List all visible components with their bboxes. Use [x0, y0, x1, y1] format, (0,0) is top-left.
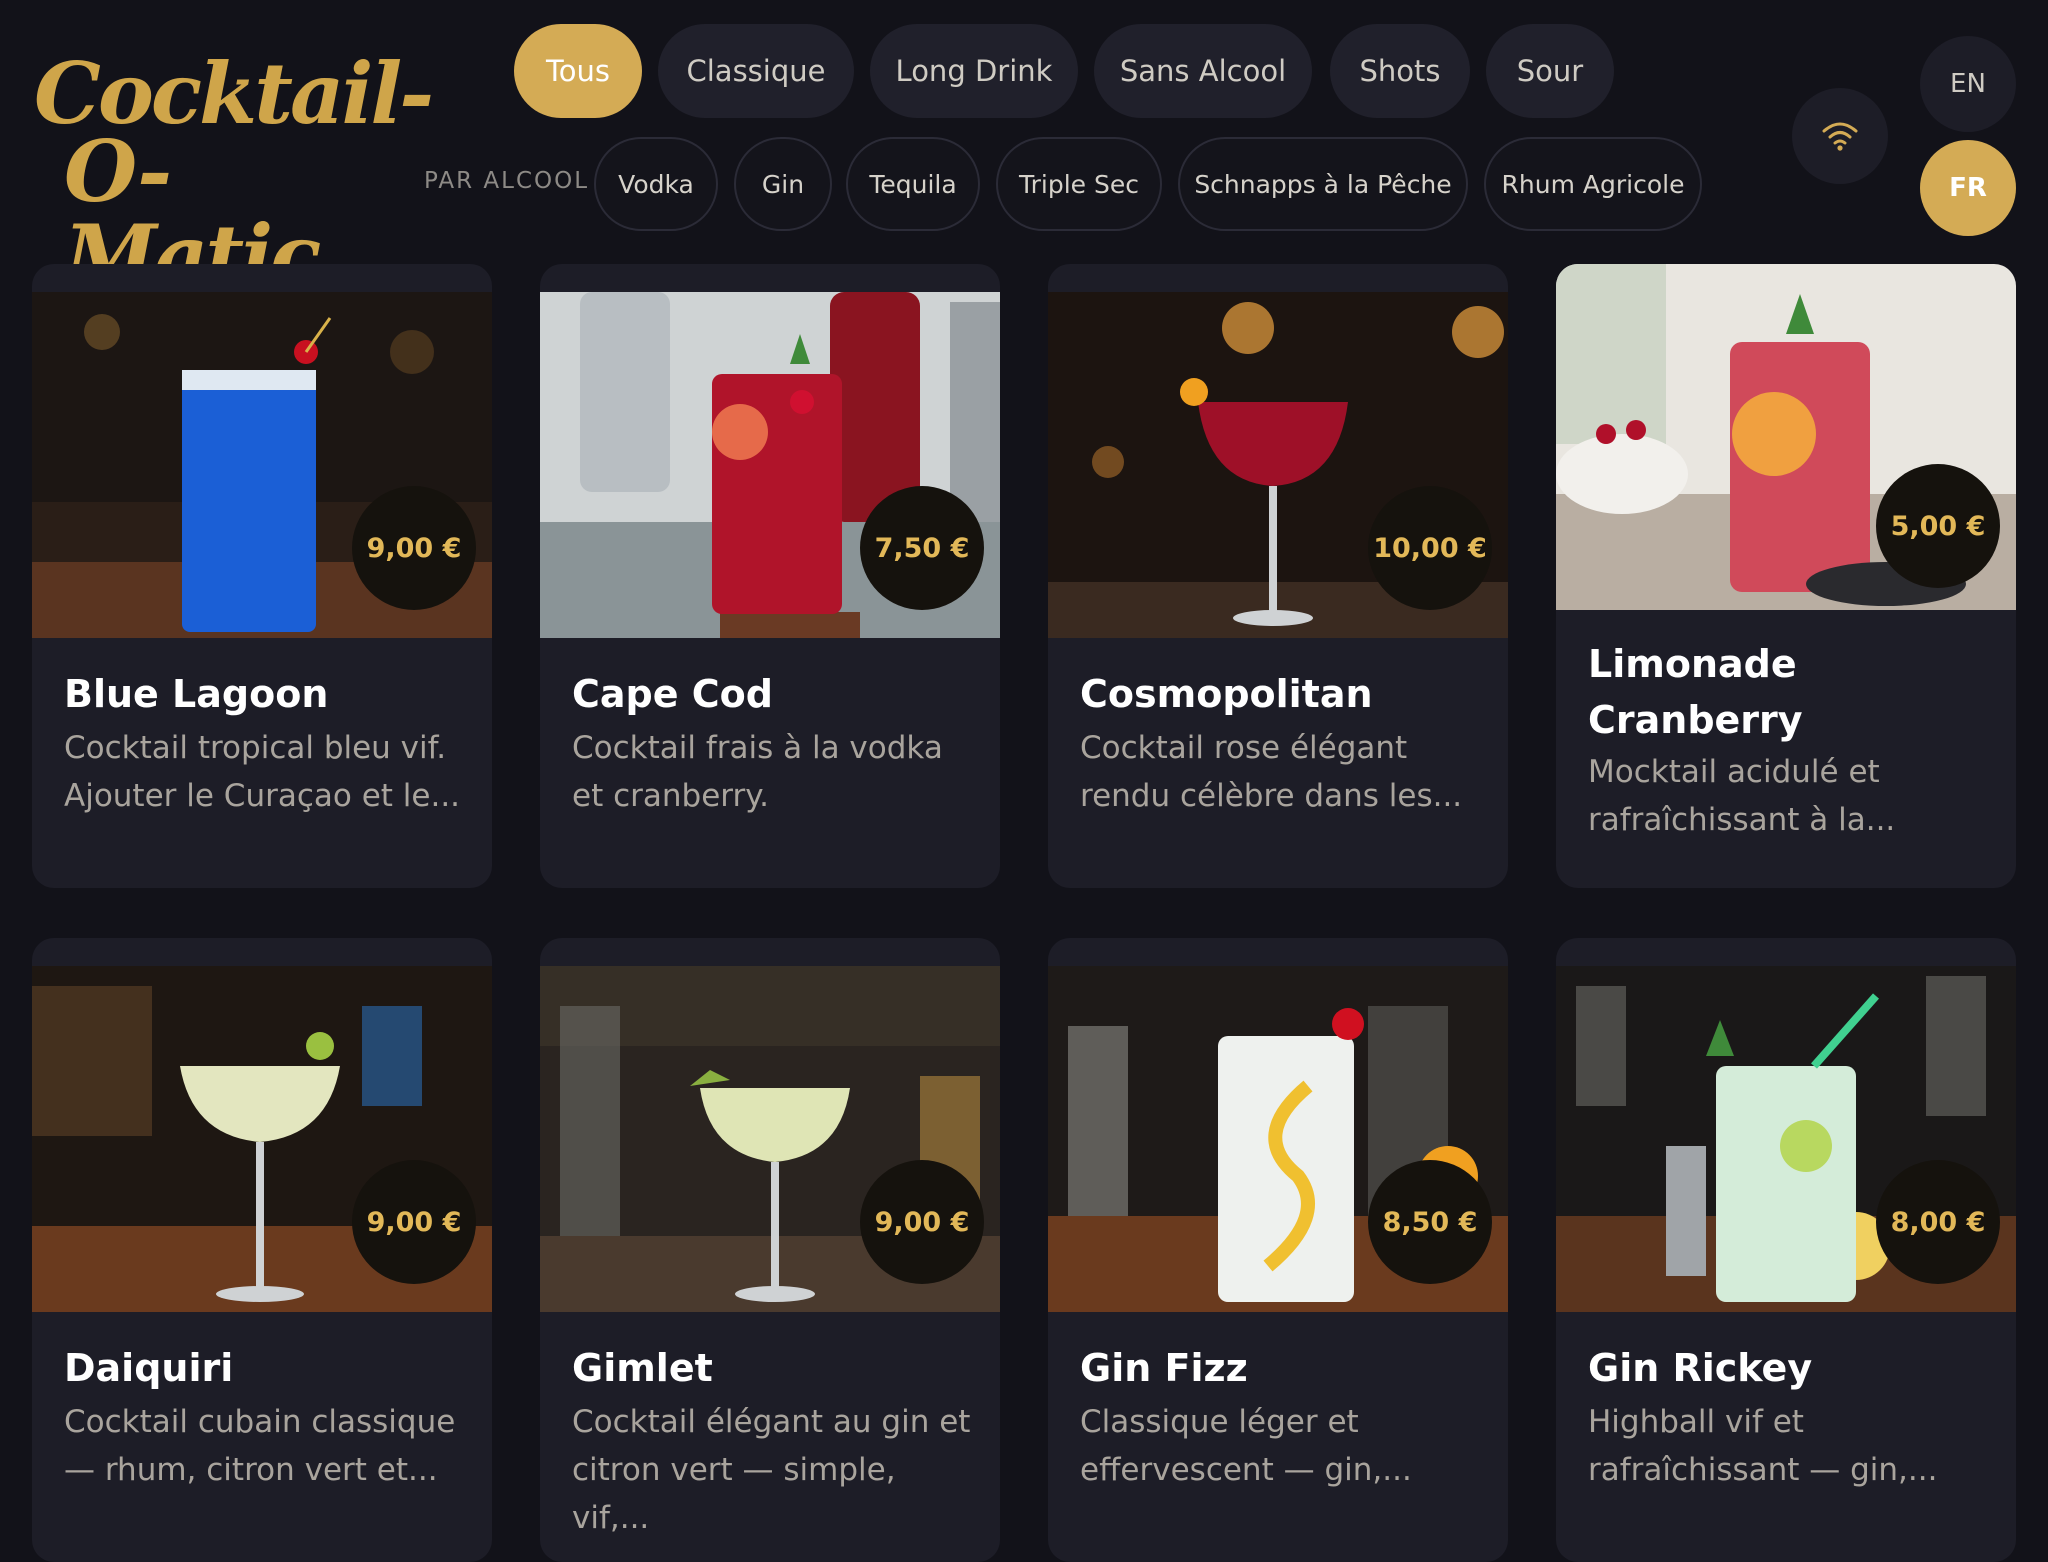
- price-badge: 5,00 €: [1876, 464, 2000, 588]
- alcool-filter-gin[interactable]: Gin: [734, 137, 832, 231]
- cocktail-description: Mocktail acidulé et rafraîchissant à la.…: [1588, 754, 1896, 838]
- alcool-filter-schnapps-peche[interactable]: Schnapps à la Pêche: [1178, 137, 1468, 231]
- cocktail-description: Cocktail tropical bleu vif. Ajouter le C…: [64, 730, 461, 814]
- cocktail-card-daiquiri[interactable]: 9,00 € Daiquiri Cocktail cubain classiqu…: [32, 938, 492, 1562]
- cocktail-description: Classique léger et effervescent — gin,..…: [1080, 1404, 1412, 1488]
- price-badge: 9,00 €: [352, 1160, 476, 1284]
- price-badge: 8,50 €: [1368, 1160, 1492, 1284]
- cocktail-card-gin-rickey[interactable]: 8,00 € Gin Rickey Highball vif et rafraî…: [1556, 938, 2016, 1562]
- alcool-filter-triple-sec[interactable]: Triple Sec: [996, 137, 1162, 231]
- alcool-filter-tequila[interactable]: Tequila: [846, 137, 980, 231]
- language-fr-button[interactable]: FR: [1920, 140, 2016, 236]
- price-badge: 9,00 €: [860, 1160, 984, 1284]
- category-tab-classique[interactable]: Classique: [658, 24, 854, 118]
- price-badge: 8,00 €: [1876, 1160, 2000, 1284]
- cocktail-description: Highball vif et rafraîchissant — gin,...: [1588, 1404, 1938, 1488]
- cocktail-name: Blue Lagoon: [64, 672, 329, 716]
- cocktail-description: Cocktail frais à la vodka et cranberry.: [572, 730, 943, 814]
- wifi-icon: [1822, 122, 1858, 151]
- category-tab-sans-alcool[interactable]: Sans Alcool: [1094, 24, 1312, 118]
- price-badge: 10,00 €: [1368, 486, 1492, 610]
- category-tab-tous[interactable]: Tous: [514, 24, 642, 118]
- category-tab-shots[interactable]: Shots: [1330, 24, 1470, 118]
- cocktail-name: Gin Rickey: [1588, 1346, 1813, 1390]
- cocktail-card-cosmopolitan[interactable]: 10,00 € Cosmopolitan Cocktail rose éléga…: [1048, 264, 1508, 888]
- app-logo: Cocktail- O-Matic: [30, 52, 434, 298]
- alcool-filter-rhum-agricole[interactable]: Rhum Agricole: [1484, 137, 1702, 231]
- cocktail-description: Cocktail élégant au gin et citron vert —…: [572, 1404, 971, 1536]
- price-badge: 9,00 €: [352, 486, 476, 610]
- cocktail-description: Cocktail rose élégant rendu célèbre dans…: [1080, 730, 1463, 814]
- cocktail-name: Gin Fizz: [1080, 1346, 1248, 1390]
- price-badge: 7,50 €: [860, 486, 984, 610]
- cocktail-name: Daiquiri: [64, 1346, 234, 1390]
- category-tab-sour[interactable]: Sour: [1486, 24, 1614, 118]
- language-en-button[interactable]: EN: [1920, 36, 2016, 132]
- cocktail-name: Gimlet: [572, 1346, 713, 1390]
- cocktail-card-cape-cod[interactable]: 7,50 € Cape Cod Cocktail frais à la vodk…: [540, 264, 1000, 888]
- cocktail-card-limonade-cranberry[interactable]: 5,00 € Limonade Cranberry Mocktail acidu…: [1556, 264, 2016, 888]
- alcool-filter-label: PAR ALCOOL: [424, 168, 590, 194]
- wifi-status-button[interactable]: [1792, 88, 1888, 184]
- cocktail-card-gin-fizz[interactable]: 8,50 € Gin Fizz Classique léger et effer…: [1048, 938, 1508, 1562]
- category-tab-long-drink[interactable]: Long Drink: [870, 24, 1078, 118]
- cocktail-description: Cocktail cubain classique — rhum, citron…: [64, 1404, 456, 1488]
- alcool-filter-vodka[interactable]: Vodka: [594, 137, 718, 231]
- cocktail-card-blue-lagoon[interactable]: 9,00 € Blue Lagoon Cocktail tropical ble…: [32, 264, 492, 888]
- cocktail-name: Cape Cod: [572, 672, 773, 716]
- cocktail-name: Cosmopolitan: [1080, 672, 1373, 716]
- cocktail-name: Limonade Cranberry: [1588, 642, 1803, 742]
- cocktail-card-gimlet[interactable]: 9,00 € Gimlet Cocktail élégant au gin et…: [540, 938, 1000, 1562]
